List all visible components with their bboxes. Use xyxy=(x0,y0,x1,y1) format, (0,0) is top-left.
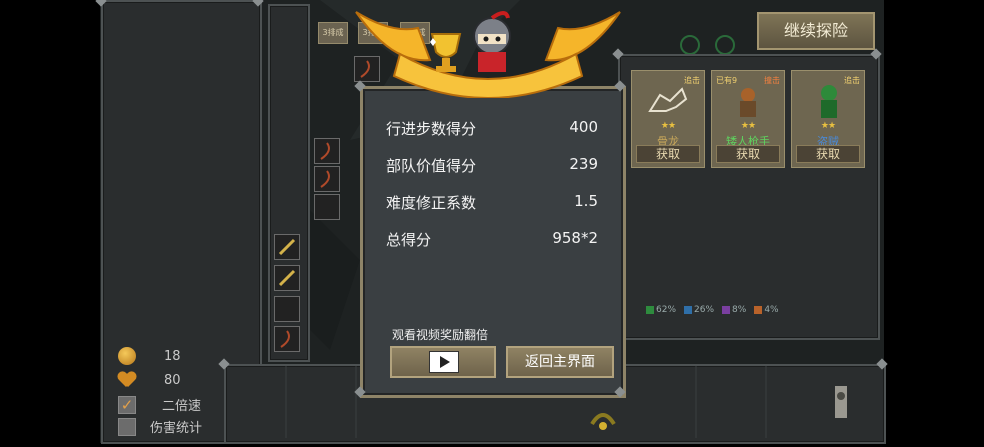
sword-icon xyxy=(278,269,296,287)
unit-card[interactable]: 已有9 撞击 ★★ 矮人枪手 获取 xyxy=(711,70,785,168)
dwarf-gunner-icon xyxy=(740,88,756,117)
score-row: 难度修正系数 1.5 xyxy=(386,192,598,213)
double-speed-toggle[interactable]: ✓ 二倍速 xyxy=(118,395,201,414)
right-margin xyxy=(884,0,984,443)
unit-card[interactable]: 追击 ★★ 骨龙 获取 xyxy=(631,70,705,168)
inventory-slot[interactable] xyxy=(314,166,340,192)
inventory-slot[interactable] xyxy=(314,194,340,220)
left-margin xyxy=(0,0,100,443)
score-row: 总得分 958*2 xyxy=(386,229,598,250)
get-unit-button[interactable]: 获取 xyxy=(716,145,780,163)
score-label: 难度修正系数 xyxy=(386,194,477,212)
ninja-mascot-icon xyxy=(473,11,511,72)
score-label: 部队价值得分 xyxy=(386,157,477,175)
bone-dragon-icon xyxy=(648,87,688,112)
legend-item: 4% xyxy=(754,305,779,315)
return-main-menu-button[interactable]: 返回主界面 xyxy=(506,346,614,378)
get-unit-button[interactable]: 获取 xyxy=(636,145,700,163)
inventory-slot[interactable] xyxy=(274,296,300,322)
gold-value: 18 xyxy=(164,348,181,364)
totem-icon xyxy=(835,386,847,418)
score-row: 部队价值得分 239 xyxy=(386,155,598,176)
damage-stats-toggle[interactable]: 伤害统计 xyxy=(118,417,202,436)
score-list: 行进步数得分 400 部队价值得分 239 难度修正系数 1.5 总得分 958… xyxy=(372,97,612,267)
score-value: 400 xyxy=(569,118,598,136)
legend-item: 8% xyxy=(722,305,746,315)
watch-video-button[interactable] xyxy=(390,346,496,378)
legend-item: 62% xyxy=(646,305,676,315)
heart-icon xyxy=(118,372,136,388)
play-icon xyxy=(429,351,459,373)
tab-team[interactable]: 3排成 xyxy=(318,22,348,44)
damage-stats-label: 伤害统计 xyxy=(150,421,203,436)
legend-item: 26% xyxy=(684,305,714,315)
score-row: 行进步数得分 400 xyxy=(386,118,598,139)
health-value: 80 xyxy=(164,372,181,388)
score-value: 958*2 xyxy=(552,229,598,247)
score-label: 总得分 xyxy=(386,231,432,249)
unit-distribution-legend: 62% 26% 8% 4% xyxy=(646,305,779,315)
double-speed-label: 二倍速 xyxy=(162,399,202,414)
scorpion-icon xyxy=(590,413,616,430)
inventory-slot[interactable] xyxy=(274,234,300,260)
checkbox-icon[interactable]: ✓ xyxy=(118,395,136,414)
inventory-slot[interactable] xyxy=(314,138,340,164)
health-row: 80 xyxy=(118,372,181,388)
coin-icon xyxy=(118,347,136,365)
continue-explore-button[interactable]: 继续探险 xyxy=(757,12,875,50)
bow-icon xyxy=(280,330,290,348)
bow-icon xyxy=(320,142,330,160)
gold-row: 18 xyxy=(118,347,181,365)
rogue-icon xyxy=(821,85,837,118)
checkbox-icon[interactable] xyxy=(118,417,136,436)
unit-tag: 撞击 xyxy=(764,76,780,85)
inventory-slot[interactable] xyxy=(274,265,300,291)
sword-icon xyxy=(278,238,296,256)
unit-card[interactable]: 追击 ★★ 盗贼 获取 xyxy=(791,70,865,168)
score-value: 1.5 xyxy=(574,192,598,210)
score-label: 行进步数得分 xyxy=(386,120,477,138)
bow-icon xyxy=(320,170,330,188)
inventory-slot[interactable] xyxy=(274,326,300,352)
unit-stars: ★★ xyxy=(740,121,756,131)
score-value: 239 xyxy=(569,155,598,173)
unit-stars: ★★ xyxy=(820,121,836,131)
watch-video-label: 观看视频奖励翻倍 xyxy=(392,328,489,342)
unit-stars: ★★ xyxy=(660,121,676,131)
get-unit-button[interactable]: 获取 xyxy=(796,145,860,163)
unit-tag: 追击 xyxy=(844,76,860,85)
